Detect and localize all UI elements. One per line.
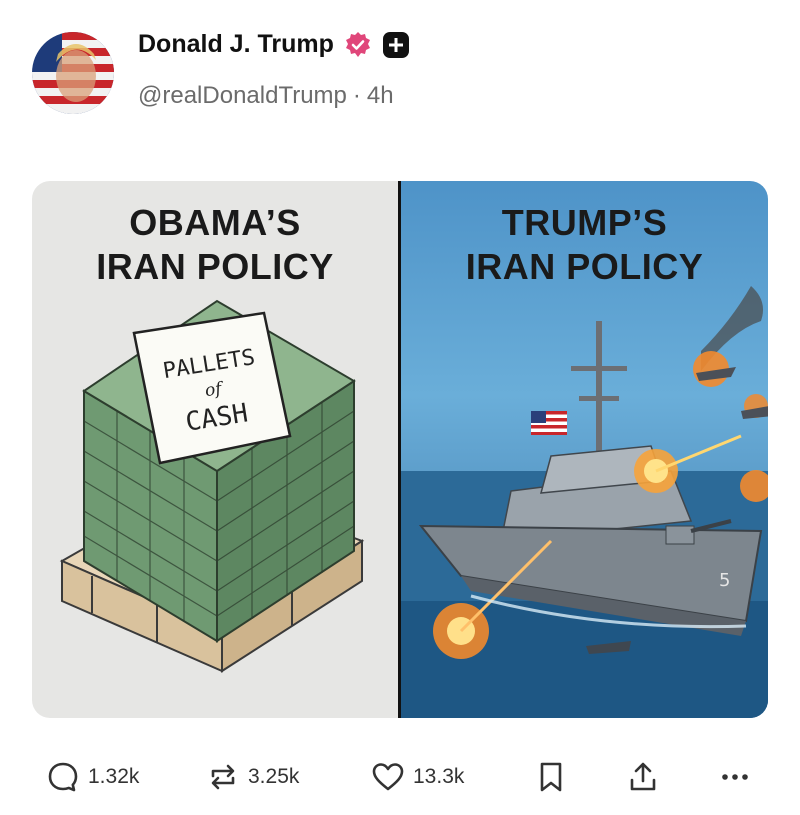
right-title-line2: IRAN POLICY (465, 246, 704, 287)
reply-count: 1.32k (88, 765, 140, 788)
share-icon (630, 762, 656, 791)
author-row: Donald J. Trump (138, 30, 410, 59)
like-count: 13.3k (413, 765, 465, 788)
handle[interactable]: @realDonaldTrump (138, 82, 347, 110)
share-button[interactable] (626, 760, 660, 794)
bookmark-icon (540, 762, 562, 792)
display-name[interactable]: Donald J. Trump (138, 30, 334, 59)
left-title-line1: OBAMA’S (129, 202, 301, 243)
left-panel-title: OBAMA’S IRAN POLICY (32, 201, 398, 289)
repost-button[interactable]: 3.25k (206, 760, 299, 794)
timestamp[interactable]: 4h (367, 82, 394, 110)
left-panel: PALLETS of CASH OBAMA’S IRAN POLICY (32, 181, 398, 718)
avatar[interactable] (32, 32, 114, 114)
post-image[interactable]: PALLETS of CASH OBAMA’S IRAN POLICY 5 TR… (32, 181, 768, 718)
bookmark-button[interactable] (534, 760, 568, 794)
verified-badge-icon (345, 31, 370, 57)
separator-dot: · (352, 82, 361, 109)
reply-icon (48, 762, 78, 792)
hull-number: 5 (719, 570, 730, 591)
heart-icon (372, 763, 404, 791)
right-panel: 5 TRUMP’S IRAN POLICY (401, 181, 768, 718)
repost-icon (211, 764, 235, 790)
handle-row: @realDonaldTrump · 4h (138, 82, 394, 110)
action-bar: 1.32k 3.25k 13.3k (46, 760, 766, 800)
left-title-line2: IRAN POLICY (96, 246, 334, 287)
avatar-flag-portrait (32, 32, 114, 114)
right-panel-title: TRUMP’S IRAN POLICY (401, 201, 768, 289)
more-button[interactable] (718, 760, 752, 794)
repost-count: 3.25k (248, 765, 300, 788)
right-title-line1: TRUMP’S (501, 202, 668, 243)
like-button[interactable]: 13.3k (371, 760, 464, 794)
reply-button[interactable]: 1.32k (46, 760, 139, 794)
more-icon (722, 774, 748, 780)
follow-plus-icon[interactable] (382, 31, 410, 59)
